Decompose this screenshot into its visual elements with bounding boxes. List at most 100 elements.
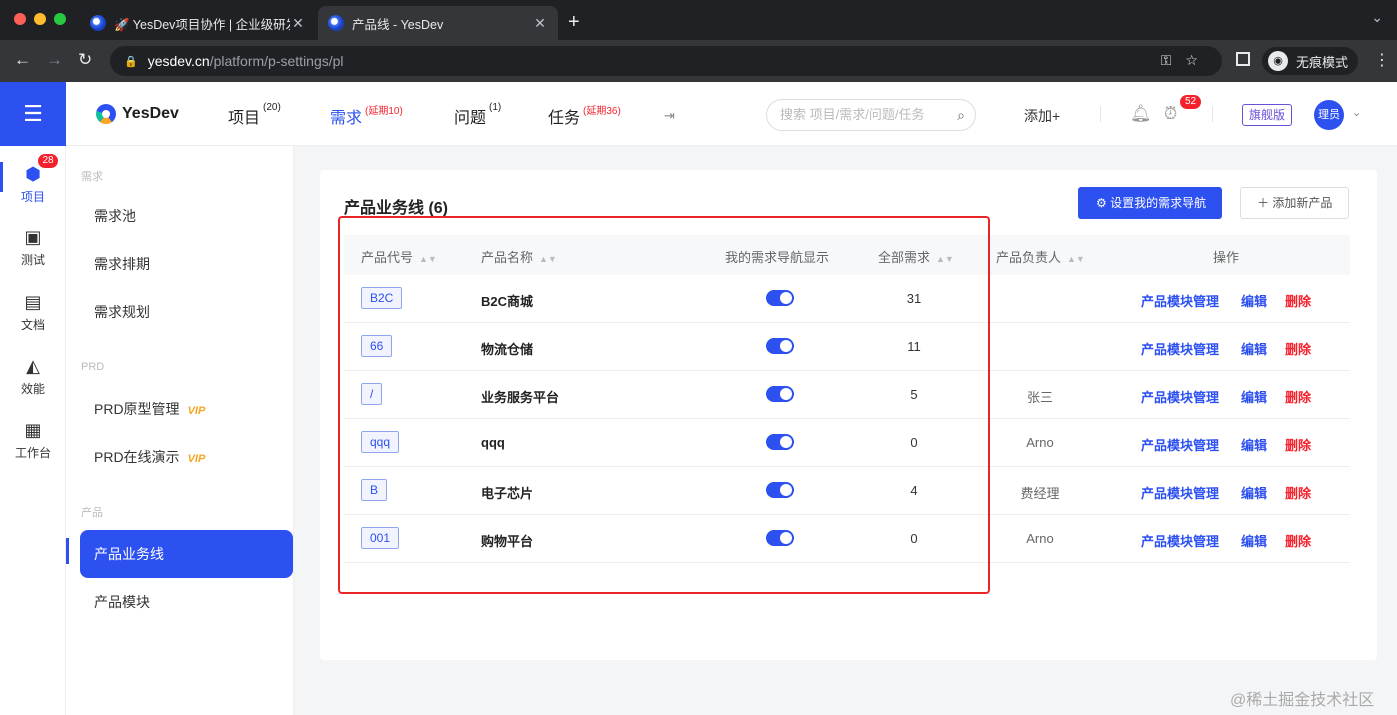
menu-toggle-icon[interactable]: ☰ bbox=[0, 82, 66, 146]
sidebar-item-prd-prototype[interactable]: PRD原型管理 VIP bbox=[80, 385, 293, 433]
edit-link[interactable]: 编辑 bbox=[1241, 291, 1267, 310]
delete-link[interactable]: 删除 bbox=[1285, 291, 1311, 310]
chevron-down-icon[interactable]: ⌄ bbox=[1352, 106, 1361, 119]
edit-link[interactable]: 编辑 bbox=[1241, 531, 1267, 550]
nav-shown-toggle[interactable] bbox=[766, 338, 794, 354]
browser-menu-icon[interactable]: ⋮ bbox=[1374, 50, 1390, 70]
button-label: 设置我的需求导航 bbox=[1110, 196, 1207, 210]
nav-project[interactable]: 项目(20) bbox=[228, 102, 281, 128]
column-header-owner[interactable]: 产品负责人 ▲▼ bbox=[996, 247, 1085, 266]
yesdev-logo-icon bbox=[96, 104, 116, 124]
minimize-window-button[interactable] bbox=[34, 13, 46, 25]
incognito-icon: ◉ bbox=[1268, 51, 1288, 71]
column-header-name[interactable]: 产品名称 ▲▼ bbox=[481, 247, 557, 266]
demand-count: 0 bbox=[910, 435, 918, 450]
module-manage-link[interactable]: 产品模块管理 bbox=[1141, 339, 1219, 358]
module-manage-link[interactable]: 产品模块管理 bbox=[1141, 483, 1219, 502]
nav-task[interactable]: 任务 (延期36) bbox=[548, 104, 621, 128]
delete-link[interactable]: 删除 bbox=[1285, 339, 1311, 358]
search-icon[interactable]: ⌕ bbox=[957, 100, 965, 130]
rail-item-efficiency[interactable]: ◭ 效能 bbox=[0, 356, 66, 397]
button-label: 添加新产品 bbox=[1272, 196, 1333, 210]
module-manage-link[interactable]: 产品模块管理 bbox=[1141, 435, 1219, 454]
table-row: 66 物流仓储 11 产品模块管理 编辑 删除 bbox=[344, 323, 1350, 371]
sidebar-item-prd-demo[interactable]: PRD在线演示 VIP bbox=[80, 433, 293, 481]
add-product-button[interactable]: ＋ 添加新产品 bbox=[1240, 187, 1350, 219]
nav-demand[interactable]: 需求 (延期10) bbox=[330, 104, 403, 128]
delete-link[interactable]: 删除 bbox=[1285, 387, 1311, 406]
delete-link[interactable]: 删除 bbox=[1285, 435, 1311, 454]
rail-item-label: 效能 bbox=[20, 382, 45, 396]
rail-item-docs[interactable]: ▤ 文档 bbox=[0, 292, 66, 333]
sort-icon[interactable]: ▲▼ bbox=[1067, 254, 1085, 264]
nav-shown-toggle[interactable] bbox=[766, 434, 794, 450]
clock-icon[interactable]: ⏰︎ bbox=[1164, 104, 1177, 124]
module-manage-link[interactable]: 产品模块管理 bbox=[1141, 387, 1219, 406]
edition-badge[interactable]: 旗舰版 bbox=[1242, 104, 1293, 126]
sidebar-item-demand-plan[interactable]: 需求规划 bbox=[80, 288, 293, 336]
nav-label: 项目 bbox=[228, 110, 261, 127]
close-tab-icon[interactable]: ✕ bbox=[290, 15, 306, 32]
yesdev-logo[interactable]: YesDev bbox=[96, 104, 179, 124]
sidebar-item-demand-pool[interactable]: 需求池 bbox=[80, 192, 293, 240]
set-demand-nav-button[interactable]: ⚙ 设置我的需求导航 bbox=[1078, 187, 1223, 219]
edit-link[interactable]: 编辑 bbox=[1241, 435, 1267, 454]
sidebar-item-product-module[interactable]: 产品模块 bbox=[80, 578, 293, 626]
close-tab-icon[interactable]: ✕ bbox=[532, 15, 548, 32]
page-title: 产品业务线 (6) bbox=[344, 200, 449, 217]
rail-item-test[interactable]: ▣ 测试 bbox=[0, 227, 66, 268]
forward-arrow-icon[interactable]: → bbox=[46, 50, 63, 70]
maximize-window-button[interactable] bbox=[54, 13, 66, 25]
module-manage-link[interactable]: 产品模块管理 bbox=[1141, 531, 1219, 550]
left-rail: ☰ ⬢ 项目 28 ▣ 测试 ▤ 文档 ◭ 效能 ▦ 工作台 bbox=[0, 82, 66, 715]
sidebar-item-demand-schedule[interactable]: 需求排期 bbox=[80, 240, 293, 288]
browser-tab-product-line[interactable]: 产品线 - YesDev ✕ bbox=[318, 6, 558, 40]
add-menu-button[interactable]: 添加+ bbox=[1024, 106, 1060, 126]
bell-icon[interactable]: 🔔︎ bbox=[1130, 104, 1152, 124]
sidebar-group-demand: 需求 bbox=[81, 171, 103, 183]
tab-search-chevron-icon[interactable]: ⌄ bbox=[1371, 9, 1383, 26]
rail-item-project[interactable]: ⬢ 项目 bbox=[0, 164, 66, 205]
nav-label: 任务 bbox=[548, 110, 581, 127]
delete-link[interactable]: 删除 bbox=[1285, 483, 1311, 502]
avatar[interactable]: 理员 bbox=[1314, 100, 1344, 130]
sidebar-item-product-line[interactable]: 产品业务线 bbox=[80, 530, 293, 578]
yesdev-favicon-icon bbox=[328, 15, 344, 31]
address-bar[interactable]: 🔒 yesdev.cn/platform/p-settings/pl ⚿☆ bbox=[110, 46, 1222, 76]
nav-issue[interactable]: 问题(1) bbox=[454, 102, 501, 128]
sort-icon[interactable]: ▲▼ bbox=[936, 254, 954, 264]
nav-shown-toggle[interactable] bbox=[766, 530, 794, 546]
incognito-indicator[interactable]: ◉ 无痕模式 bbox=[1262, 47, 1359, 75]
column-label: 我的需求导航显示 bbox=[725, 250, 830, 265]
nav-shown-toggle[interactable] bbox=[766, 386, 794, 402]
column-header-count[interactable]: 全部需求 ▲▼ bbox=[878, 247, 954, 266]
side-panel-icon[interactable] bbox=[1236, 52, 1250, 66]
column-header-code[interactable]: 产品代号 ▲▼ bbox=[361, 247, 437, 266]
sidebar-group-product: 产品 bbox=[81, 507, 103, 519]
product-code-tag: 66 bbox=[361, 335, 393, 357]
nav-shown-toggle[interactable] bbox=[766, 482, 794, 498]
edit-link[interactable]: 编辑 bbox=[1241, 387, 1267, 406]
nav-shown-toggle[interactable] bbox=[766, 290, 794, 306]
exit-icon[interactable]: ⇥ bbox=[664, 108, 675, 124]
edit-link[interactable]: 编辑 bbox=[1241, 483, 1267, 502]
browser-tab-yesdev-home[interactable]: 🚀 YesDev项目协作 | 企业级研发 ✕ bbox=[80, 6, 316, 40]
product-code-tag: B2C bbox=[361, 287, 403, 309]
key-and-star-icons[interactable]: ⚿☆ bbox=[1161, 52, 1212, 69]
sort-icon[interactable]: ▲▼ bbox=[419, 254, 437, 264]
back-arrow-icon[interactable]: ← bbox=[14, 50, 31, 70]
sidebar-item-label: 产品业务线 bbox=[94, 546, 164, 562]
divider bbox=[1212, 106, 1213, 122]
new-tab-icon[interactable]: + bbox=[568, 11, 580, 34]
module-manage-link[interactable]: 产品模块管理 bbox=[1141, 291, 1219, 310]
rail-item-workbench[interactable]: ▦ 工作台 bbox=[0, 420, 66, 461]
vip-badge: VIP bbox=[187, 453, 206, 465]
edit-link[interactable]: 编辑 bbox=[1241, 339, 1267, 358]
global-search-input[interactable]: 搜索 项目/需求/问题/任务 ⌕ bbox=[766, 99, 976, 131]
reload-icon[interactable]: ↻ bbox=[78, 50, 92, 70]
yesdev-favicon-icon bbox=[90, 15, 106, 31]
sort-icon[interactable]: ▲▼ bbox=[539, 254, 557, 264]
close-window-button[interactable] bbox=[14, 13, 26, 25]
delete-link[interactable]: 删除 bbox=[1285, 531, 1311, 550]
vip-badge: VIP bbox=[187, 405, 206, 417]
